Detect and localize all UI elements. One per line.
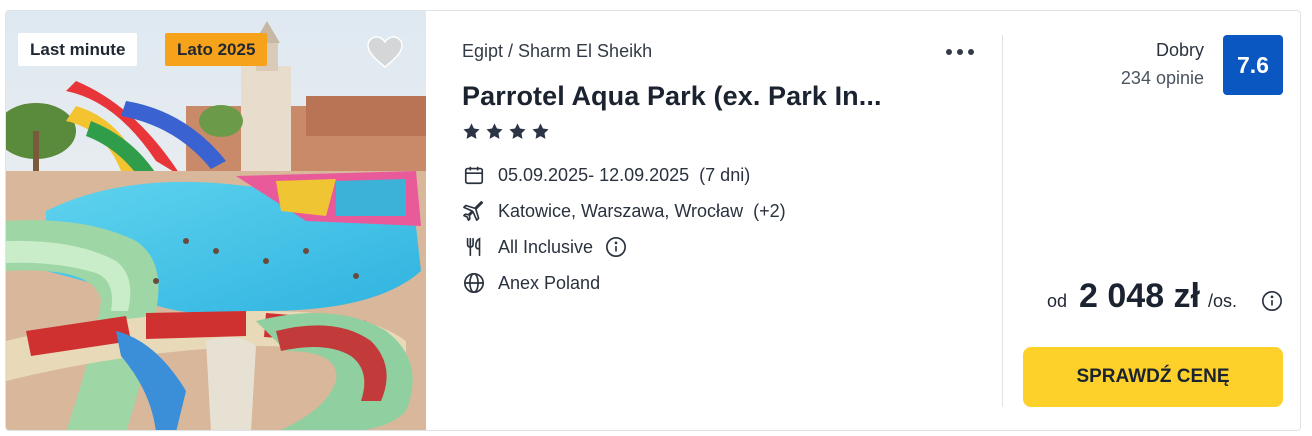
- info-icon[interactable]: [605, 236, 627, 258]
- price: od 2 048 zł /os.: [1047, 277, 1237, 316]
- hotel-stars: [462, 122, 550, 141]
- cutlery-icon: [462, 235, 486, 259]
- departure-airports: Katowice, Warszawa, Wrocław (+2): [462, 199, 786, 223]
- board-type: All Inclusive: [462, 235, 627, 259]
- hotel-name[interactable]: Parrotel Aqua Park (ex. Park In...: [462, 81, 882, 112]
- last-minute-badge: Last minute: [18, 33, 138, 66]
- reviews-count[interactable]: 234 opinie: [1121, 68, 1204, 89]
- heart-icon[interactable]: [366, 35, 404, 69]
- operator-text: Anex Poland: [498, 272, 601, 293]
- more-options-icon[interactable]: [942, 41, 978, 63]
- price-prefix: od: [1047, 291, 1068, 311]
- airports-more[interactable]: (+2): [753, 201, 786, 222]
- hotel-photo[interactable]: Last minute Lato 2025: [6, 11, 426, 430]
- rating-score-badge: 7.6: [1223, 35, 1283, 95]
- board-text: All Inclusive: [498, 236, 594, 257]
- star-icon: [509, 123, 526, 139]
- travel-dates: 05.09.2025- 12.09.2025 (7 dni): [462, 163, 750, 187]
- dates-text: 05.09.2025- 12.09.2025: [498, 164, 690, 185]
- price-unit: /os.: [1208, 291, 1238, 311]
- offer-card[interactable]: Last minute Lato 2025 Egipt / Sharm El S…: [5, 10, 1301, 431]
- tour-operator: Anex Poland: [462, 271, 600, 295]
- season-badge: Lato 2025: [165, 33, 268, 66]
- star-icon: [463, 123, 480, 139]
- globe-icon: [462, 271, 486, 295]
- location-breadcrumb[interactable]: Egipt / Sharm El Sheikh: [462, 41, 652, 62]
- check-price-button[interactable]: SPRAWDŹ CENĘ: [1023, 347, 1283, 407]
- hotel-photo-image: [6, 11, 426, 430]
- info-icon[interactable]: [1261, 290, 1283, 312]
- star-icon: [486, 123, 503, 139]
- calendar-icon: [462, 163, 486, 187]
- airports-text: Katowice, Warszawa, Wrocław: [498, 200, 744, 221]
- star-icon: [532, 123, 549, 139]
- duration-text: (7 dni): [699, 164, 751, 185]
- column-divider: [1002, 35, 1003, 407]
- plane-icon: [462, 199, 486, 223]
- rating-label: Dobry: [1155, 40, 1204, 60]
- price-amount: 2 048 zł: [1079, 277, 1201, 315]
